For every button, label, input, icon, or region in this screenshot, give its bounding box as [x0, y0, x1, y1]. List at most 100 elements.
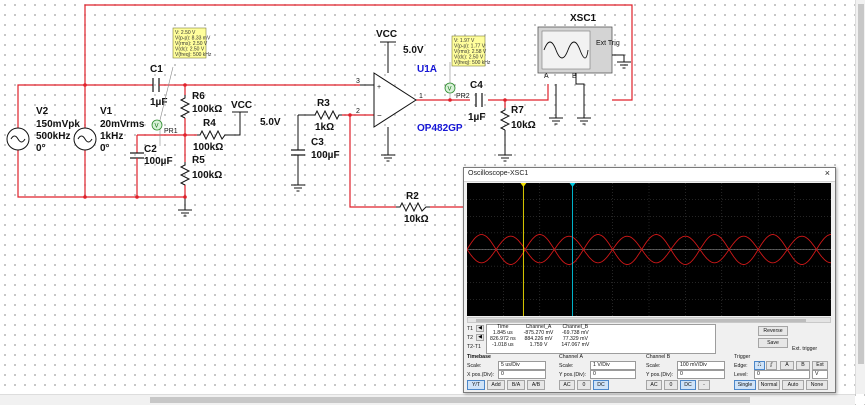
channel-a-scale-field[interactable]: 1 V/Div [590, 361, 636, 370]
t2-left-arrow-icon[interactable]: ◀ [476, 334, 484, 341]
close-icon[interactable]: × [825, 168, 830, 178]
t2t1-time: -1.018 us [492, 342, 514, 348]
horizontal-scrollbar-thumb[interactable] [150, 397, 750, 403]
c4-name: C4 [470, 80, 483, 91]
ground-symbol-4 [498, 154, 512, 162]
resistor-r5[interactable] [179, 162, 191, 186]
vertical-scrollbar-thumb[interactable] [858, 4, 864, 364]
v1-name: V1 [100, 106, 113, 117]
vcc1-label: VCC [231, 100, 252, 111]
probe-pr2-symbol: V [448, 87, 452, 93]
save-button[interactable]: Save [758, 338, 788, 348]
xpos-field[interactable]: 0 [498, 370, 546, 379]
horizontal-scrollbar[interactable] [0, 394, 855, 405]
timebase-scale-label: Scale: [467, 363, 482, 369]
capacitor-c1[interactable] [138, 78, 175, 92]
c1-value: 1µF [150, 97, 167, 108]
trigger-auto-button[interactable]: Auto [782, 380, 804, 390]
channel-a-ypos-field[interactable]: 0 [590, 370, 636, 379]
channel-b-ac-button[interactable]: AC [646, 380, 662, 390]
reverse-button[interactable]: Reverse [758, 326, 788, 336]
c1-name: C1 [150, 64, 163, 75]
channel-a-terminal-label: A [544, 73, 549, 80]
vcc2-value: 5.0V [403, 45, 424, 56]
wire-r4-vcc [228, 112, 241, 136]
v2-frequency: 500kHz [36, 131, 70, 142]
vcc2-label: VCC [376, 29, 397, 40]
source-v2[interactable] [6, 127, 30, 151]
v2-amplitude: 150mVpk [36, 119, 80, 130]
source-v1[interactable] [73, 127, 97, 151]
cursor-readout: Time Channel_A Channel_B 1.845 us -875.2… [486, 324, 593, 348]
oscilloscope-icon-xsc1[interactable] [537, 26, 613, 74]
trigger-level-unit[interactable]: V [812, 370, 828, 379]
trigger-source-a-button[interactable]: A [780, 361, 794, 370]
channel-b-scale-field[interactable]: 100 mV/Div [677, 361, 725, 370]
r5-value: 100kΩ [192, 170, 222, 181]
trigger-source-b-button[interactable]: B [796, 361, 810, 370]
t1-left-arrow-icon[interactable]: ◀ [476, 325, 484, 332]
yt-mode-button[interactable]: Y/T [467, 380, 485, 390]
wire-xsc-b [575, 73, 585, 118]
timebase-scale-field[interactable]: 5 us/Div [498, 361, 546, 370]
t2t1-label: T2-T1 [467, 344, 481, 350]
resistor-r4[interactable] [197, 129, 228, 141]
capacitor-c3[interactable] [291, 115, 305, 185]
channel-b-ypos-field[interactable]: 0 [677, 370, 725, 379]
r4-value: 100kΩ [193, 142, 223, 153]
xpos-label: X pos.(Div): [467, 372, 495, 378]
resistor-r3[interactable] [312, 109, 342, 121]
timebase-label: Timebase [467, 354, 491, 360]
channel-a-dc-button[interactable]: DC [593, 380, 609, 390]
c3-name: C3 [311, 137, 324, 148]
ab-mode-button[interactable]: A/B [527, 380, 545, 390]
oscilloscope-screen[interactable] [467, 183, 831, 316]
pr1-label: PR1 [164, 128, 178, 135]
scope-time-scrollbar-thumb[interactable] [476, 319, 806, 322]
r3-value: 1kΩ [315, 122, 334, 133]
r4-name: R4 [203, 118, 216, 129]
c2-name: C2 [144, 144, 157, 155]
trigger-edge-label: Edge: [734, 363, 748, 369]
r7-name: R7 [511, 105, 524, 116]
oscilloscope-title: Oscilloscope-XSC1 [468, 170, 529, 177]
t2t1-channel-b: 147.067 mV [561, 342, 590, 348]
channel-a-ac-button[interactable]: AC [559, 380, 575, 390]
channel-a-zero-button[interactable]: 0 [577, 380, 591, 390]
r6-value: 100kΩ [192, 104, 222, 115]
scope-time-scrollbar[interactable] [467, 317, 831, 323]
channel-a-label: Channel A [559, 354, 583, 360]
trigger-none-button[interactable]: None [806, 380, 828, 390]
probe-pr2[interactable]: V [444, 62, 456, 100]
pr2-label: PR2 [456, 93, 470, 100]
rising-edge-icon[interactable]: ⎍ [754, 361, 765, 370]
trigger-level-field[interactable]: 0 [754, 370, 810, 379]
channel-b-dc-button[interactable]: DC [680, 380, 696, 390]
v1-phase: 0° [100, 143, 110, 154]
add-mode-button[interactable]: Add [487, 380, 505, 390]
channel-b-zero-button[interactable]: 0 [664, 380, 678, 390]
channel-b-invert-button[interactable]: - [698, 380, 710, 390]
wire-xsc-ext [612, 54, 625, 62]
trigger-source-ext-button[interactable]: Ext [812, 361, 828, 370]
t1-label: T1 [467, 326, 474, 332]
c4-value: 1µF [468, 112, 485, 123]
falling-edge-icon[interactable]: ⎎ [766, 361, 777, 370]
channel-a-scale-label: Scale: [559, 363, 574, 369]
resistor-r6[interactable] [179, 95, 191, 119]
r2-value: 10kΩ [404, 214, 429, 225]
ext-trig-label: Ext Trig [596, 40, 620, 47]
capacitor-c4[interactable] [475, 93, 483, 107]
r7-value: 10kΩ [511, 120, 536, 131]
resistor-r2[interactable] [396, 201, 430, 213]
opamp-u1a[interactable]: + − [373, 72, 417, 128]
oscilloscope-title-bar[interactable]: Oscilloscope-XSC1 × [464, 168, 835, 182]
trigger-normal-button[interactable]: Normal [758, 380, 780, 390]
resistor-r7[interactable] [499, 108, 511, 131]
capacitor-c2[interactable] [130, 135, 144, 197]
oscilloscope-window[interactable]: Oscilloscope-XSC1 × T1 T2 T2-T1 ◀ ◀ Time… [463, 167, 836, 393]
ground-symbol-6 [577, 117, 591, 125]
trigger-single-button[interactable]: Single [734, 380, 756, 390]
vertical-scrollbar[interactable] [855, 0, 865, 394]
ba-mode-button[interactable]: B/A [507, 380, 525, 390]
